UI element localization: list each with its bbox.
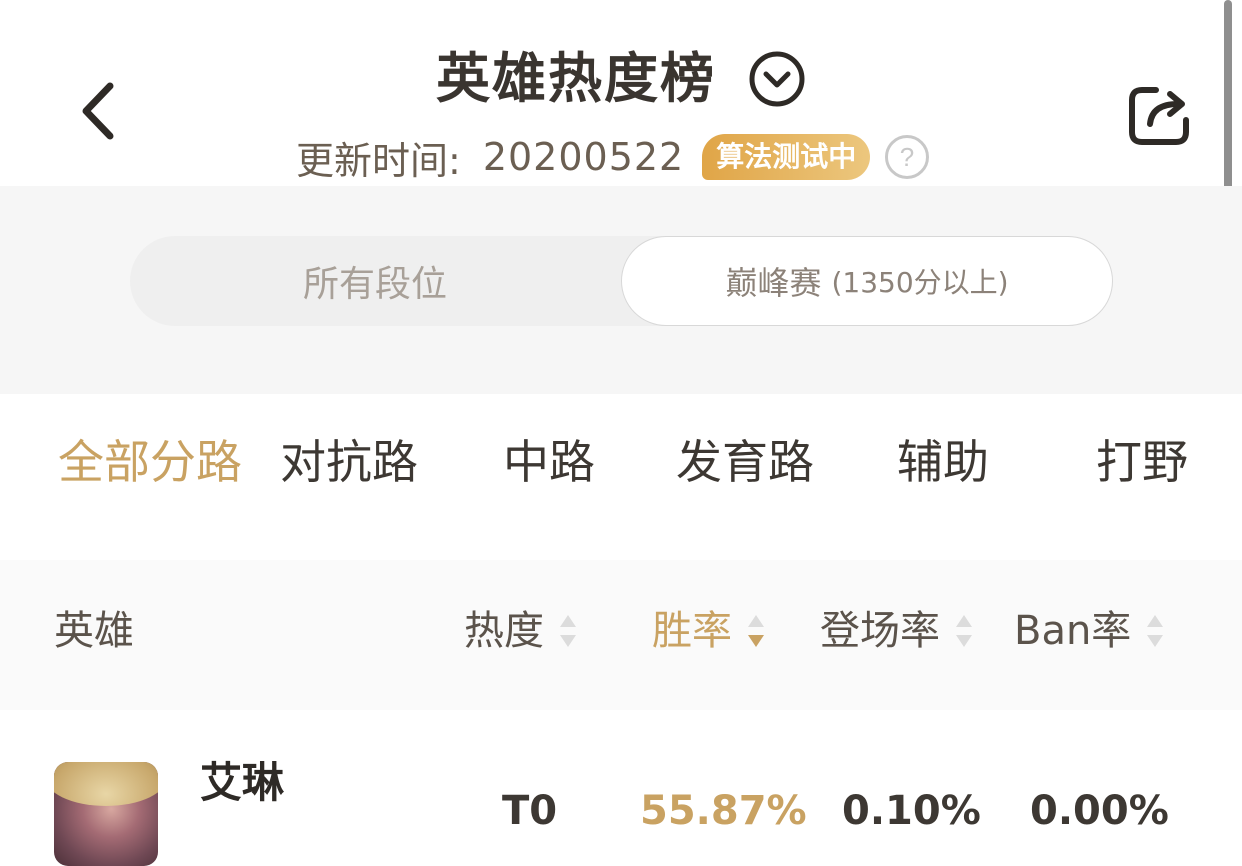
column-ban-rate-label: Ban率	[1014, 608, 1132, 654]
tab-all-lanes[interactable]: 全部分路	[58, 432, 242, 492]
share-button[interactable]	[1126, 82, 1192, 148]
segment-all-ranks-label: 所有段位	[302, 264, 447, 305]
sort-icon	[1147, 615, 1164, 647]
hero-tier: T0	[502, 788, 558, 834]
segment-peak-label: 巅峰赛	[725, 264, 822, 302]
tab-clash-lane[interactable]: 对抗路	[280, 432, 418, 492]
column-pick-rate-label: 登场率	[820, 608, 940, 654]
chevron-left-icon	[82, 82, 114, 140]
segment-all-ranks[interactable]: 所有段位	[130, 236, 620, 326]
segment-peak-note: (1350分以上)	[831, 266, 1009, 299]
column-hero: 英雄	[54, 604, 134, 658]
sort-icon	[956, 615, 972, 647]
share-icon	[1129, 87, 1189, 145]
column-hero-label: 英雄	[54, 608, 134, 654]
help-button[interactable]: ?	[884, 134, 930, 180]
update-date: 20200522	[482, 135, 685, 179]
column-win-rate[interactable]: 胜率	[652, 604, 766, 658]
sort-desc-icon	[748, 615, 764, 647]
column-ban-rate[interactable]: Ban率	[1014, 604, 1165, 658]
segment-peak-match[interactable]: 巅峰赛 (1350分以上)	[621, 236, 1113, 326]
column-pick-rate[interactable]: 登场率	[820, 604, 974, 658]
tab-jungle[interactable]: 打野	[1096, 432, 1188, 492]
hero-win-rate: 55.87%	[640, 788, 807, 834]
hero-ban-rate: 0.00%	[1030, 788, 1169, 834]
title-dropdown-button[interactable]	[748, 50, 806, 108]
hero-name: 艾琳	[200, 758, 285, 807]
column-heat[interactable]: 热度	[464, 604, 578, 658]
back-button[interactable]	[70, 78, 130, 144]
svg-text:?: ?	[900, 142, 914, 172]
chevron-down-circle-icon	[749, 51, 805, 107]
update-info: 更新时间: 20200522 算法测试中 ?	[296, 132, 930, 183]
tab-farm-lane[interactable]: 发育路	[676, 432, 814, 492]
tab-mid-lane[interactable]: 中路	[503, 432, 595, 492]
algorithm-test-badge: 算法测试中	[702, 134, 871, 180]
hero-avatar	[54, 762, 158, 866]
question-icon: ?	[885, 135, 930, 179]
hero-avatar-detail	[54, 762, 158, 806]
column-heat-label: 热度	[464, 608, 544, 654]
page-title: 英雄热度榜	[436, 47, 716, 110]
update-label: 更新时间:	[296, 138, 461, 183]
column-win-rate-label: 胜率	[652, 608, 732, 654]
hero-pick-rate: 0.10%	[842, 788, 981, 834]
tab-support[interactable]: 辅助	[897, 432, 989, 492]
sort-icon	[560, 615, 576, 647]
